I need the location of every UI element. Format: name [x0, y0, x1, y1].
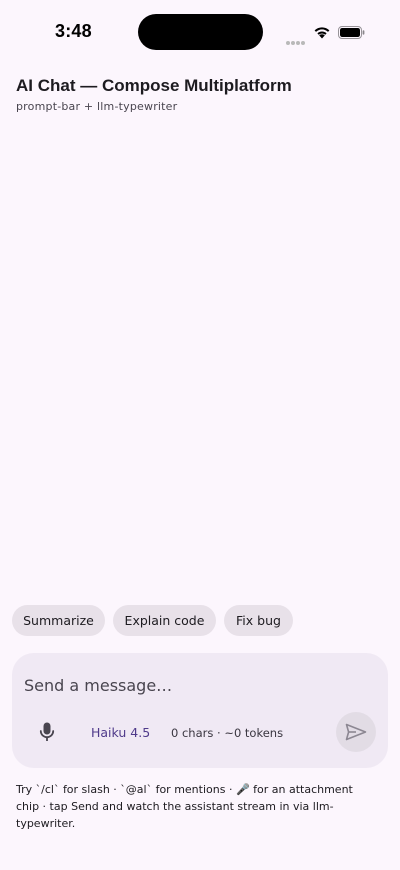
model-selector[interactable]: Haiku 4.5 — [91, 725, 150, 740]
send-icon — [345, 723, 367, 741]
status-bar: 3:48 — [0, 0, 400, 64]
send-button[interactable] — [336, 712, 376, 752]
wifi-icon — [314, 27, 330, 39]
help-text: Try `/cl` for slash · `@al` for mentions… — [16, 783, 353, 830]
page-title: AI Chat — Compose Multiplatform — [16, 76, 292, 95]
page-subtitle: prompt-bar + llm-typewriter — [16, 100, 178, 113]
suggestion-chip-fix-bug[interactable]: Fix bug — [224, 605, 293, 636]
app-header: AI Chat — Compose Multiplatform prompt-b… — [16, 76, 386, 115]
prompt-bar: Haiku 4.5 0 chars · ~0 tokens — [12, 653, 388, 768]
dynamic-island — [138, 14, 263, 50]
cellular-signal-icon — [286, 30, 306, 49]
status-icons — [286, 25, 366, 45]
battery-icon — [338, 26, 365, 39]
mic-icon — [39, 722, 55, 741]
suggestion-chip-summarize[interactable]: Summarize — [12, 605, 105, 636]
chat-screen: 3:48 AI Chat — Compose Multiplatform pro… — [0, 0, 400, 870]
status-time: 3:48 — [55, 21, 92, 41]
mic-button[interactable] — [34, 719, 60, 745]
token-counter: 0 chars · ~0 tokens — [171, 726, 284, 740]
message-input[interactable] — [24, 671, 364, 699]
suggestion-chip-explain-code[interactable]: Explain code — [113, 605, 216, 636]
